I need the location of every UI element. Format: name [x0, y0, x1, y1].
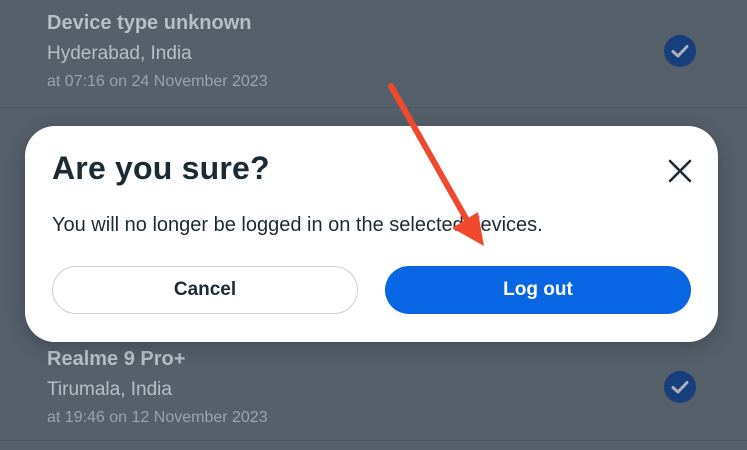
- device-name: Device type unknown: [47, 12, 252, 34]
- dialog-message: You will no longer be logged in on the s…: [52, 214, 543, 236]
- check-circle-icon[interactable]: [664, 35, 696, 67]
- device-location: Hyderabad, India: [47, 43, 192, 64]
- log-out-button[interactable]: Log out: [385, 266, 691, 314]
- divider: [0, 440, 747, 441]
- dialog-title: Are you sure?: [52, 150, 270, 186]
- cancel-button[interactable]: Cancel: [52, 266, 358, 314]
- list-item-device-1[interactable]: Device type unknown Hyderabad, India at …: [47, 11, 707, 93]
- device-name: Realme 9 Pro+: [47, 348, 186, 370]
- confirm-dialog: Are you sure? You will no longer be logg…: [25, 126, 718, 342]
- list-item-device-2[interactable]: Realme 9 Pro+ Tirumala, India at 19:46 o…: [47, 347, 707, 429]
- device-time: at 19:46 on 12 November 2023: [47, 409, 268, 426]
- device-time: at 07:16 on 24 November 2023: [47, 73, 268, 90]
- check-circle-icon[interactable]: [664, 371, 696, 403]
- device-location: Tirumala, India: [47, 379, 172, 400]
- divider: [0, 107, 747, 108]
- close-icon[interactable]: [663, 154, 697, 188]
